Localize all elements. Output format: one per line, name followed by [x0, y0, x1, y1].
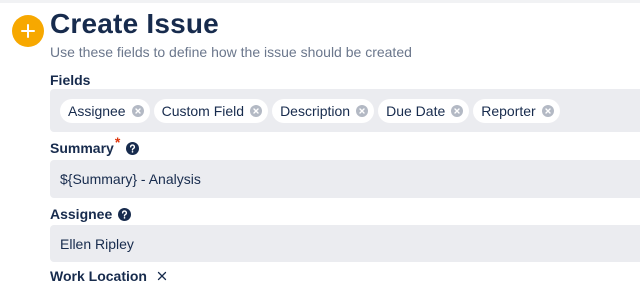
assignee-label: Assignee	[50, 206, 132, 222]
required-marker: *	[114, 134, 121, 150]
tag-due-date[interactable]: Due Date	[378, 98, 470, 123]
close-circle-icon[interactable]	[131, 104, 144, 117]
add-button[interactable]	[12, 15, 44, 47]
close-circle-icon[interactable]	[356, 104, 369, 117]
page-title: Create Issue	[50, 8, 219, 39]
tag-label: Assignee	[68, 102, 126, 119]
summary-input[interactable]: ${Summary} - Analysis	[50, 160, 640, 198]
close-circle-icon[interactable]	[541, 104, 554, 117]
tag-label: Due Date	[386, 102, 446, 119]
assignee-label-text: Assignee	[50, 206, 113, 222]
fields-label: Fields	[50, 72, 90, 88]
work-location-label-text: Work Location	[50, 268, 147, 284]
tag-label: Custom Field	[161, 102, 245, 119]
tag-description[interactable]: Description	[272, 98, 375, 123]
tag-assignee[interactable]: Assignee	[60, 98, 150, 123]
question-circle-icon[interactable]	[126, 141, 140, 155]
plus-icon	[21, 24, 35, 38]
close-circle-icon[interactable]	[250, 104, 263, 117]
fields-label-text: Fields	[50, 72, 91, 88]
summary-label-text: Summary	[50, 140, 114, 156]
page-subtitle: Use these fields to define how the issue…	[50, 44, 412, 60]
top-divider	[0, 0, 640, 3]
summary-label: Summary *	[50, 134, 140, 156]
tag-label: Reporter	[481, 102, 536, 119]
close-circle-icon[interactable]	[451, 104, 464, 117]
work-location-label: Work Location	[50, 268, 167, 284]
question-circle-icon[interactable]	[118, 207, 132, 221]
summary-value: ${Summary} - Analysis	[60, 171, 201, 187]
assignee-select[interactable]: Ellen Ripley	[50, 225, 640, 262]
tag-custom-field[interactable]: Custom Field	[153, 98, 269, 123]
fields-multiselect[interactable]: Assignee Custom Field Description Due Da…	[50, 89, 640, 132]
assignee-value: Ellen Ripley	[60, 235, 134, 252]
tag-label: Description	[280, 102, 351, 119]
tag-reporter[interactable]: Reporter	[473, 98, 560, 123]
